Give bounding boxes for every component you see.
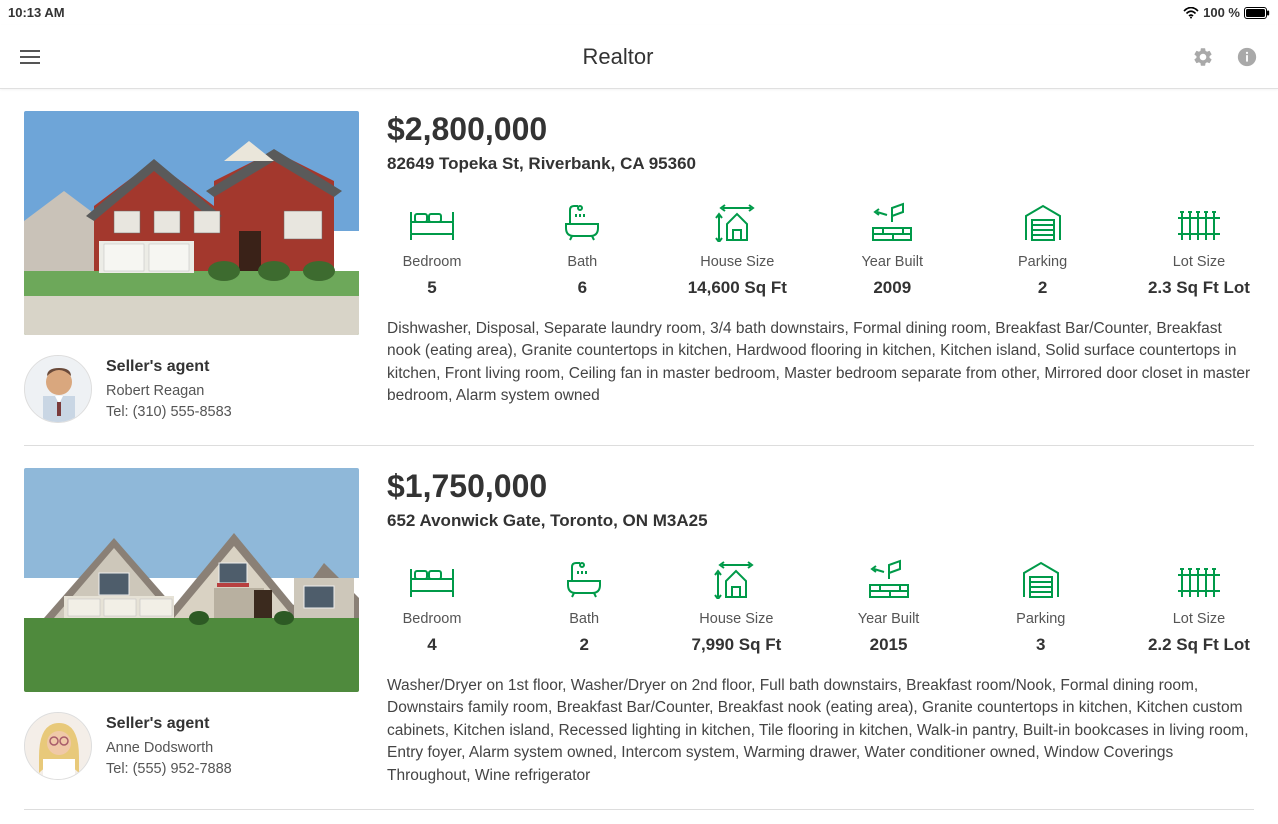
parking-icon	[1020, 559, 1062, 599]
stat-label: Parking	[1018, 254, 1067, 270]
bed-icon	[409, 202, 455, 242]
stat-label: Year Built	[861, 254, 923, 270]
stat-label: Parking	[1016, 611, 1065, 627]
parking-icon	[1022, 202, 1064, 242]
listing-media: Seller's agent Robert Reagan Tel: (310) …	[24, 111, 359, 423]
listing-stats: Bedroom 5 Bath 6 House Size 14,600 Sq Ft…	[387, 202, 1254, 298]
stat-value: 2015	[870, 635, 908, 655]
house-size-icon	[713, 202, 761, 242]
house-photo[interactable]	[24, 468, 359, 692]
stat-value: 3	[1036, 635, 1045, 655]
stat-value: 2	[579, 635, 588, 655]
stat-bedroom: Bedroom 4	[387, 559, 477, 655]
year-built-icon	[866, 559, 912, 599]
stat-lot-size: Lot Size 2.2 Sq Ft Lot	[1148, 559, 1250, 655]
listing-price: $1,750,000	[387, 468, 1254, 505]
agent-role: Seller's agent	[106, 356, 232, 378]
year-built-icon	[869, 202, 915, 242]
stat-year-built: Year Built 2009	[847, 202, 937, 298]
agent-name: Anne Dodsworth	[106, 738, 232, 758]
stat-bedroom: Bedroom 5	[387, 202, 477, 298]
agent-block: Seller's agent Robert Reagan Tel: (310) …	[24, 355, 359, 423]
battery-percent: 100 %	[1203, 5, 1240, 20]
agent-name: Robert Reagan	[106, 381, 232, 401]
listing-address: 652 Avonwick Gate, Toronto, ON M3A25	[387, 511, 1254, 531]
stat-label: Bath	[569, 611, 599, 627]
lot-size-icon	[1176, 202, 1222, 242]
app-bar: Realtor	[0, 25, 1278, 89]
stat-value: 7,990 Sq Ft	[691, 635, 781, 655]
listing-price: $2,800,000	[387, 111, 1254, 148]
house-size-icon	[712, 559, 760, 599]
listing-description: Washer/Dryer on 1st floor, Washer/Dryer …	[387, 675, 1254, 787]
stat-label: Lot Size	[1173, 254, 1225, 270]
stat-value: 2.2 Sq Ft Lot	[1148, 635, 1250, 655]
bed-icon	[409, 559, 455, 599]
agent-info: Seller's agent Anne Dodsworth Tel: (555)…	[106, 713, 232, 779]
stat-value: 2.3 Sq Ft Lot	[1148, 278, 1250, 298]
listing-description: Dishwasher, Disposal, Separate laundry r…	[387, 318, 1254, 408]
agent-avatar[interactable]	[24, 355, 92, 423]
status-time: 10:13 AM	[8, 5, 65, 20]
stat-value: 5	[427, 278, 436, 298]
status-bar: 10:13 AM 100 %	[0, 0, 1278, 25]
stat-year-built: Year Built 2015	[844, 559, 934, 655]
lot-size-icon	[1176, 559, 1222, 599]
agent-role: Seller's agent	[106, 713, 232, 735]
listing-address: 82649 Topeka St, Riverbank, CA 95360	[387, 154, 1254, 174]
listing-media: Seller's agent Anne Dodsworth Tel: (555)…	[24, 468, 359, 787]
agent-info: Seller's agent Robert Reagan Tel: (310) …	[106, 356, 232, 422]
status-right: 100 %	[1183, 5, 1270, 20]
stat-bath: Bath 2	[539, 559, 629, 655]
stat-label: Bedroom	[403, 611, 462, 627]
stat-label: Bedroom	[403, 254, 462, 270]
stat-lot-size: Lot Size 2.3 Sq Ft Lot	[1148, 202, 1250, 298]
app-actions	[1192, 46, 1258, 68]
bath-icon	[564, 559, 604, 599]
stat-value: 4	[427, 635, 436, 655]
stat-house-size: House Size 7,990 Sq Ft	[691, 559, 781, 655]
stat-value: 2	[1038, 278, 1047, 298]
agent-avatar[interactable]	[24, 712, 92, 780]
stat-parking: Parking 3	[996, 559, 1086, 655]
stat-value: 2009	[873, 278, 911, 298]
stat-label: Lot Size	[1173, 611, 1225, 627]
listing-item: Seller's agent Robert Reagan Tel: (310) …	[24, 111, 1254, 446]
stat-value: 6	[578, 278, 587, 298]
info-icon[interactable]	[1236, 46, 1258, 68]
bath-icon	[562, 202, 602, 242]
stat-parking: Parking 2	[998, 202, 1088, 298]
stat-label: Bath	[567, 254, 597, 270]
listing-item: Seller's agent Anne Dodsworth Tel: (555)…	[24, 468, 1254, 810]
house-photo[interactable]	[24, 111, 359, 335]
battery-icon	[1244, 7, 1270, 19]
agent-tel: Tel: (555) 952-7888	[106, 759, 232, 779]
stat-label: House Size	[699, 611, 773, 627]
stat-label: House Size	[700, 254, 774, 270]
listing-stats: Bedroom 4 Bath 2 House Size 7,990 Sq Ft …	[387, 559, 1254, 655]
agent-tel: Tel: (310) 555-8583	[106, 402, 232, 422]
hamburger-menu-icon[interactable]	[20, 45, 44, 69]
wifi-icon	[1183, 7, 1199, 19]
stat-value: 14,600 Sq Ft	[688, 278, 787, 298]
gear-icon[interactable]	[1192, 46, 1214, 68]
stat-house-size: House Size 14,600 Sq Ft	[688, 202, 787, 298]
app-title: Realtor	[44, 44, 1192, 70]
listings-scroll[interactable]: Seller's agent Robert Reagan Tel: (310) …	[0, 89, 1278, 824]
stat-label: Year Built	[858, 611, 920, 627]
listing-details: $2,800,000 82649 Topeka St, Riverbank, C…	[387, 111, 1254, 423]
stat-bath: Bath 6	[537, 202, 627, 298]
agent-block: Seller's agent Anne Dodsworth Tel: (555)…	[24, 712, 359, 780]
listing-details: $1,750,000 652 Avonwick Gate, Toronto, O…	[387, 468, 1254, 787]
